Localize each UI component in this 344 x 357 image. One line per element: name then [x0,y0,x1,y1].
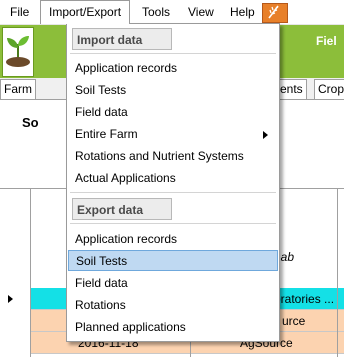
import-soil-tests-item[interactable]: Soil Tests [68,80,278,101]
row-header[interactable] [0,332,30,354]
submenu-arrow-icon [263,131,268,139]
menu-separator [70,192,276,193]
import-application-records-item[interactable]: Application records [68,58,278,79]
row-header[interactable] [0,310,30,332]
menu-view[interactable]: View [180,0,222,24]
source-cell: urce [282,314,306,328]
tab-crops[interactable]: Crop [314,79,344,99]
export-soil-tests-item[interactable]: Soil Tests [68,250,278,271]
app-title: Fiel [316,34,337,48]
import-entire-farm-label: Entire Farm [75,127,138,141]
import-export-menu: Import data Application records Soil Tes… [66,23,280,342]
import-actual-applications-item[interactable]: Actual Applications [68,168,278,189]
section-title: So [22,115,39,130]
import-data-header: Import data [72,28,172,50]
column-divider [30,189,31,357]
plant-logo-icon [2,27,34,77]
import-entire-farm-item[interactable]: Entire Farm [68,124,278,145]
menu-file[interactable]: File [2,0,37,24]
export-data-header: Export data [72,198,172,220]
menu-help[interactable]: Help [222,0,263,24]
source-cell: oratories ... [274,292,335,306]
column-divider [337,189,338,357]
import-rotations-item[interactable]: Rotations and Nutrient Systems [68,146,278,167]
menu-separator [70,53,276,54]
import-field-data-item[interactable]: Field data [68,102,278,123]
menu-import-export[interactable]: Import/Export [40,0,131,24]
export-rotations-item[interactable]: Rotations [68,295,278,316]
export-field-data-item[interactable]: Field data [68,273,278,294]
menu-tools[interactable]: Tools [134,0,178,24]
wheat-icon[interactable] [262,3,288,23]
export-planned-applications-item[interactable]: Planned applications [68,317,278,338]
current-row-icon [8,295,13,303]
row-header[interactable] [0,288,30,310]
tab-treatments[interactable]: ents [276,79,307,99]
menu-separator [70,223,276,224]
menu-bar: File Import/Export Tools View Help [0,0,344,25]
tab-farm[interactable]: Farm [0,79,36,99]
export-application-records-item[interactable]: Application records [68,229,278,250]
